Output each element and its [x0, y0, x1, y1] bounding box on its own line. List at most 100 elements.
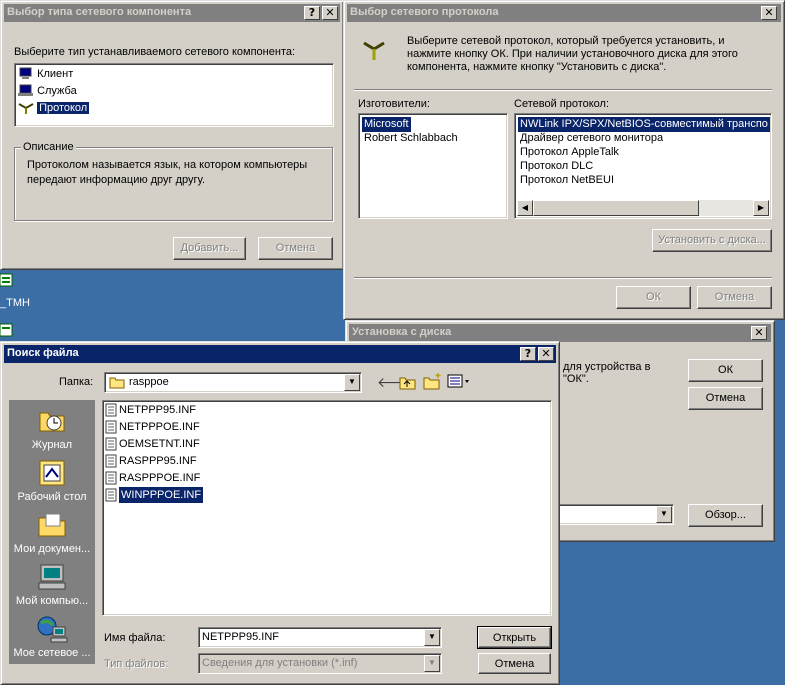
cancel-button[interactable]: Отмена [478, 653, 551, 674]
close-button[interactable]: ✕ [538, 347, 554, 361]
list-item-client[interactable]: Клиент [18, 67, 73, 82]
dialog-title-bar: Выбор типа сетевого компонента ? ✕ [4, 4, 340, 22]
file-item[interactable]: RASPPPOE.INF [119, 470, 200, 486]
list-item-label: Клиент [37, 68, 74, 80]
browse-button[interactable]: Обзор... [688, 504, 763, 527]
component-type-dialog: Выбор типа сетевого компонента ? ✕ Выбер… [0, 0, 344, 270]
list-item-protocol[interactable]: Протокол AppleTalk [518, 145, 621, 160]
places-label: Мои докумен... [13, 543, 91, 555]
list-item-protocol[interactable]: NWLink IPX/SPX/NetBIOS-совместимый транс… [518, 117, 770, 132]
install-text-line2: "ОК". [563, 373, 589, 385]
inf-file-icon [105, 437, 117, 451]
file-item[interactable]: NETPPPOE.INF [119, 419, 200, 435]
history-icon [39, 412, 65, 432]
network-places-icon [37, 616, 68, 643]
view-menu-icon[interactable] [447, 374, 471, 388]
component-type-list[interactable]: Клиент Служба Протокол [14, 63, 334, 127]
places-bar: Журнал Рабочий стол Мои докумен... Мой к… [9, 400, 95, 664]
desktop-icon [39, 460, 65, 486]
list-item-protocol[interactable]: Драйвер сетевого монитора [518, 131, 665, 146]
protocol-list[interactable]: NWLink IPX/SPX/NetBIOS-совместимый транс… [514, 113, 772, 219]
file-item[interactable]: RASPPP95.INF [119, 453, 197, 469]
protocol-instructions: Выберите сетевой протокол, который требу… [407, 35, 738, 73]
install-from-disk-button[interactable]: Установить с диска... [652, 229, 772, 252]
description-group: Описание Протоколом называется язык, на … [14, 141, 333, 221]
filetype-label: Тип файлов: [104, 658, 169, 670]
places-label: Мое сетевое ... [13, 647, 91, 659]
places-history[interactable]: Журнал [12, 405, 92, 451]
list-item-label: Протокол [37, 102, 90, 114]
places-my-computer[interactable]: Мой компью... [12, 561, 92, 607]
dropdown-arrow-icon[interactable]: ▼ [424, 629, 440, 646]
manufacturers-list[interactable]: Microsoft Robert Schlabbach [358, 113, 508, 219]
desktop-icon-1[interactable] [0, 272, 14, 288]
filetype-value: Сведения для установки (*.inf) [202, 657, 358, 669]
help-button[interactable]: ? [520, 347, 536, 361]
folder-icon [109, 377, 125, 389]
my-documents-icon [38, 513, 66, 537]
list-item-service[interactable]: Служба [18, 84, 77, 99]
find-file-dialog: Поиск файла ? ✕ Папка: rasppoe ▼ 🡐 Журна… [0, 341, 560, 685]
places-network[interactable]: Мое сетевое ... [12, 613, 92, 659]
dropdown-arrow-icon[interactable]: ▼ [424, 655, 440, 672]
inf-file-icon [105, 403, 117, 417]
file-item[interactable]: OEMSETNT.INF [119, 436, 200, 452]
dialog-title: Поиск файла [7, 347, 79, 359]
inf-file-icon [105, 471, 117, 485]
list-item-manufacturer[interactable]: Robert Schlabbach [362, 131, 460, 146]
service-icon [18, 84, 33, 97]
scroll-right-button[interactable]: ▶ [753, 200, 769, 216]
disk-path-combo[interactable]: ▼ [554, 504, 674, 525]
client-icon [19, 67, 32, 80]
description-group-label: Описание [21, 141, 76, 153]
filetype-combo[interactable]: Сведения для установки (*.inf) ▼ [198, 653, 442, 674]
ok-button[interactable]: ОК [616, 286, 691, 309]
dialog-title-bar: Выбор сетевого протокола ✕ [347, 4, 781, 22]
file-list[interactable]: NETPPP95.INF NETPPPOE.INF OEMSETNT.INF R… [102, 400, 552, 616]
cancel-button[interactable]: Отмена [697, 286, 772, 309]
list-item-protocol[interactable]: Протокол [18, 101, 90, 116]
cancel-button[interactable]: Отмена [258, 237, 333, 260]
horizontal-scrollbar[interactable]: ◀ ▶ [517, 200, 769, 216]
filename-value: NETPPP95.INF [202, 631, 280, 643]
new-folder-icon[interactable] [423, 372, 443, 390]
separator [354, 277, 772, 278]
folder-combo[interactable]: rasppoe ▼ [104, 372, 362, 393]
desktop-icon-2[interactable] [0, 322, 14, 338]
dropdown-arrow-icon[interactable]: ▼ [344, 374, 360, 391]
close-button[interactable]: ✕ [761, 6, 777, 20]
filename-combo[interactable]: NETPPP95.INF ▼ [198, 627, 442, 648]
places-desktop[interactable]: Рабочий стол [12, 457, 92, 503]
close-button[interactable]: ✕ [322, 6, 338, 20]
add-button[interactable]: Добавить... [173, 237, 246, 260]
scroll-thumb[interactable] [533, 200, 699, 216]
my-computer-icon [38, 564, 66, 590]
file-item[interactable]: NETPPP95.INF [119, 402, 196, 418]
component-prompt: Выберите тип устанавливаемого сетевого к… [14, 46, 296, 58]
close-button[interactable]: ✕ [751, 326, 767, 340]
manufacturers-label: Изготовители: [358, 98, 430, 110]
open-button[interactable]: Открыть [477, 626, 552, 649]
places-my-documents[interactable]: Мои докумен... [12, 509, 92, 555]
dialog-title: Выбор сетевого протокола [350, 6, 499, 18]
ok-button[interactable]: ОК [688, 359, 763, 382]
list-item-manufacturer[interactable]: Microsoft [362, 117, 411, 132]
file-item-selected[interactable]: WINPPPOE.INF [117, 486, 205, 504]
list-item-protocol[interactable]: Протокол DLC [518, 159, 595, 174]
up-folder-icon[interactable] [399, 374, 417, 390]
places-label: Журнал [31, 439, 73, 451]
cancel-button[interactable]: Отмена [688, 387, 763, 410]
desktop-icon-label: _ТМН [0, 297, 30, 309]
dialog-title: Выбор типа сетевого компонента [7, 6, 192, 18]
dropdown-arrow-icon[interactable]: ▼ [656, 506, 672, 523]
list-item-protocol[interactable]: Протокол NetBEUI [518, 173, 616, 188]
install-text-line1: для устройства в [563, 361, 651, 373]
dialog-title: Установка с диска [352, 326, 452, 338]
help-button[interactable]: ? [304, 6, 320, 20]
separator [354, 89, 772, 90]
protocol-icon [363, 41, 385, 60]
scroll-left-button[interactable]: ◀ [517, 200, 533, 216]
dialog-title-bar: Поиск файла ? ✕ [4, 345, 556, 363]
folder-value: rasppoe [129, 376, 169, 388]
places-label: Мой компью... [15, 595, 89, 607]
